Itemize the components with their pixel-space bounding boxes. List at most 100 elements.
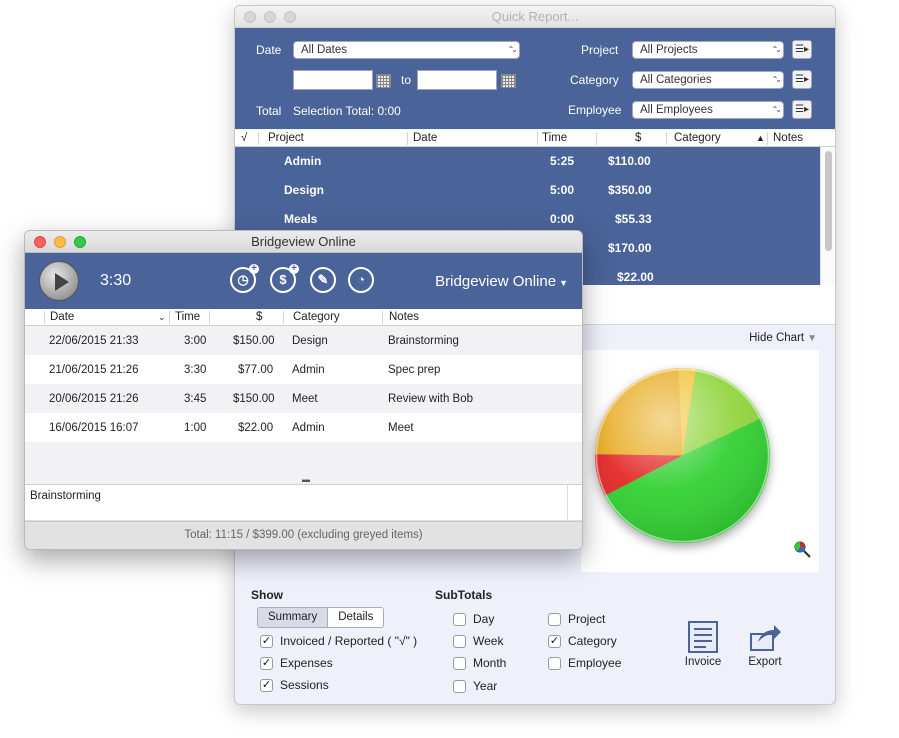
employee-list-icon[interactable]: ☰▸ (792, 100, 812, 119)
export-icon (744, 620, 786, 656)
col-amount[interactable]: $ (635, 132, 641, 144)
summary-tab[interactable]: Summary (258, 608, 329, 627)
close-button[interactable] (244, 11, 256, 23)
end-calendar-icon[interactable] (501, 74, 516, 88)
report-table-header: √ Project Date Time $ Category ▲ Notes (235, 130, 835, 147)
project-menu[interactable]: Bridgeview Online ▼ (435, 273, 568, 290)
table-row[interactable]: 20/06/2015 21:26 3:45 $150.00 Meet Revie… (25, 384, 582, 413)
category-subtotal-checkbox[interactable]: ✓ Category (548, 634, 617, 648)
total-label: Total (256, 104, 282, 118)
row-time: 0:00 (550, 212, 575, 226)
timer-display: 3:30 (100, 272, 132, 289)
project-list-icon[interactable]: ☰▸ (792, 40, 812, 59)
play-button[interactable] (39, 261, 79, 301)
week-checkbox[interactable]: Week (453, 634, 503, 648)
project-subtotal-label: Project (568, 612, 606, 626)
row-category: Admin (292, 364, 325, 376)
chart-area (581, 350, 819, 572)
employee-label: Employee (568, 103, 622, 117)
row-amount: $22.00 (617, 270, 654, 284)
col-notes[interactable]: Notes (389, 311, 419, 323)
details-tab[interactable]: Details (328, 608, 384, 627)
category-select[interactable]: All Categories (632, 71, 784, 89)
row-date: 21/06/2015 21:26 (49, 364, 139, 376)
zoom-button[interactable] (74, 236, 86, 248)
sort-up-icon: ▲ (756, 133, 765, 143)
minimize-button[interactable] (54, 236, 66, 248)
clock-icon: ◷ (237, 272, 249, 287)
table-row[interactable]: 22/06/2015 21:33 3:00 $150.00 Design Bra… (25, 326, 582, 355)
minimize-button[interactable] (264, 11, 276, 23)
expenses-checkbox[interactable]: ✓ Expenses (260, 656, 333, 670)
filter-panel: Date All Dates to Total Selection Total:… (235, 28, 835, 129)
notes-editor[interactable]: Brainstorming (25, 485, 582, 521)
window-title: Quick Report... (491, 9, 579, 24)
col-category[interactable]: Category (293, 311, 340, 323)
col-category[interactable]: Category (674, 132, 721, 144)
col-notes[interactable]: Notes (773, 132, 803, 144)
invoice-icon (682, 620, 724, 656)
employee-select[interactable]: All Employees (632, 101, 784, 119)
year-checkbox[interactable]: Year (453, 679, 497, 693)
employee-subtotal-label: Employee (568, 656, 622, 670)
col-amount[interactable]: $ (256, 311, 262, 323)
export-button[interactable]: Export (744, 620, 786, 668)
day-checkbox[interactable]: Day (453, 612, 494, 626)
add-time-button[interactable]: ◷ + (230, 264, 259, 293)
date-label: Date (256, 43, 282, 57)
project-select[interactable]: All Projects (632, 41, 784, 59)
chart-zoom-icon[interactable] (793, 540, 813, 560)
col-project[interactable]: Project (268, 132, 304, 144)
row-amount: $170.00 (608, 241, 652, 255)
row-amount: $77.00 (238, 364, 274, 376)
hide-chart-toggle[interactable]: Hide Chart ▼ (749, 332, 817, 344)
col-date[interactable]: Date (413, 132, 437, 144)
splitter-handle[interactable]: ▬ (302, 475, 310, 484)
category-list-icon[interactable]: ☰▸ (792, 70, 812, 89)
play-icon (55, 273, 69, 291)
scroll-thumb[interactable] (825, 151, 832, 251)
end-date-field[interactable] (417, 70, 497, 90)
col-time[interactable]: Time (175, 311, 200, 323)
col-time[interactable]: Time (542, 132, 567, 144)
month-label: Month (473, 656, 507, 670)
row-project: Design (284, 183, 325, 197)
row-time: 5:00 (550, 183, 575, 197)
table-row[interactable]: 16/06/2015 16:07 1:00 $22.00 Admin Meet (25, 413, 582, 442)
employee-subtotal-checkbox[interactable]: Employee (548, 656, 621, 670)
table-row[interactable]: Design 5:00 $350.00 (235, 176, 820, 205)
invoice-button[interactable]: Invoice (682, 620, 724, 668)
row-date: 16/06/2015 16:07 (49, 422, 139, 434)
add-expense-button[interactable]: $ + (270, 264, 299, 293)
report-scrollbar[interactable] (820, 147, 835, 285)
col-check[interactable]: √ (241, 132, 247, 144)
start-calendar-icon[interactable] (376, 74, 391, 88)
report-button[interactable]: ◔ (348, 267, 374, 293)
sessions-checkbox[interactable]: ✓ Sessions (260, 678, 329, 692)
edit-button[interactable]: ✎ (310, 267, 336, 293)
project-subtotal-checkbox[interactable]: Project (548, 612, 605, 626)
invoiced-checkbox[interactable]: ✓ Invoiced / Reported ( "√" ) (260, 634, 417, 648)
sessions-table-header: Date ⌄ Time $ Category Notes (25, 309, 582, 326)
col-date[interactable]: Date (50, 311, 74, 323)
table-row[interactable]: Admin 5:25 $110.00 (235, 147, 820, 176)
invoice-label: Invoice (684, 656, 722, 668)
row-amount: $350.00 (608, 183, 652, 197)
check-icon: ✓ (260, 678, 273, 692)
check-icon: ✓ (260, 656, 273, 670)
row-notes: Brainstorming (388, 335, 459, 347)
row-time: 3:45 (184, 393, 207, 405)
plus-icon: + (249, 264, 259, 274)
show-title: Show (251, 588, 283, 602)
hide-chart-label: Hide Chart (749, 332, 805, 344)
month-checkbox[interactable]: Month (453, 656, 506, 670)
row-amount: $110.00 (608, 154, 651, 168)
start-date-field[interactable] (293, 70, 373, 90)
pie-chart-svg (595, 368, 771, 544)
table-row[interactable]: 21/06/2015 21:26 3:30 $77.00 Admin Spec … (25, 355, 582, 384)
date-select[interactable]: All Dates (293, 41, 520, 59)
close-button[interactable] (34, 236, 46, 248)
row-category: Meet (292, 393, 318, 405)
invoiced-label: Invoiced / Reported ( "√" ) (280, 634, 418, 648)
zoom-button[interactable] (284, 11, 296, 23)
